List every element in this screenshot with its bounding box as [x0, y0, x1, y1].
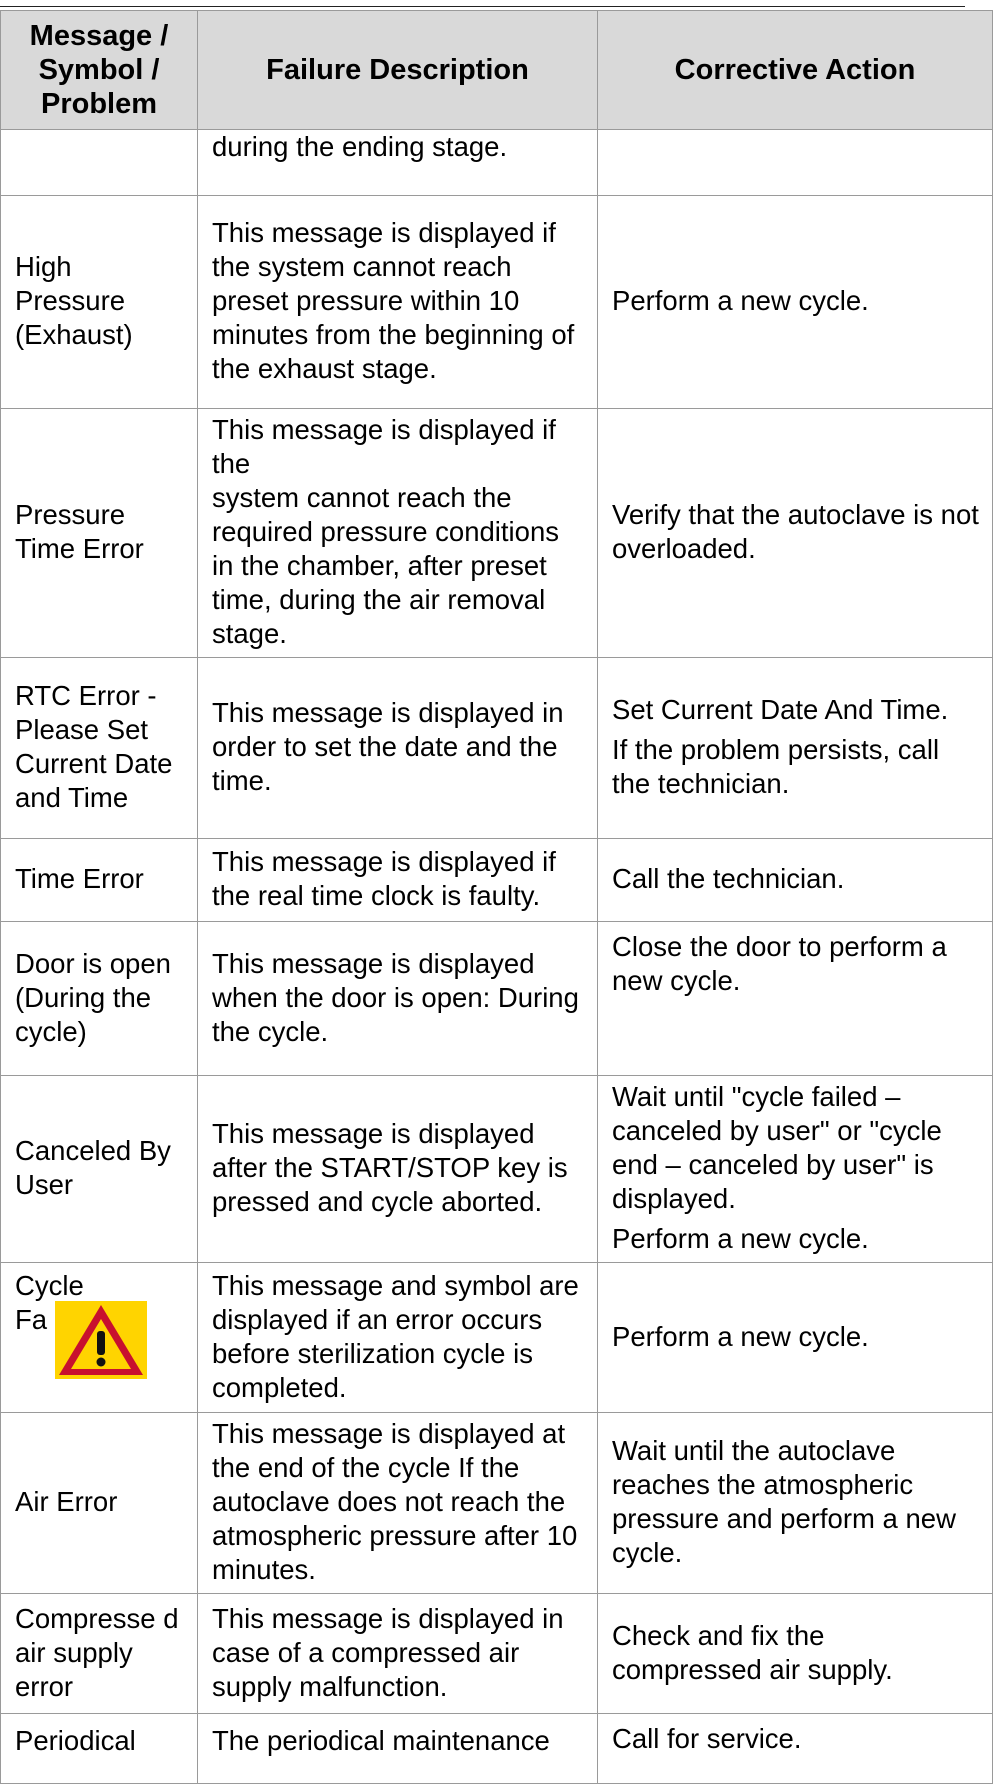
action-text: If the problem persists, call the techni…	[612, 734, 940, 799]
page-top-rule	[0, 6, 965, 7]
table-row: High Pressure (Exhaust) This message is …	[0, 195, 993, 409]
action-text: Wait until "cycle failed – canceled by u…	[612, 1081, 942, 1214]
action-cell	[597, 129, 993, 196]
failure-cell: This message is displayed if the real ti…	[197, 838, 598, 922]
action-text: Perform a new cycle.	[612, 1320, 869, 1352]
header-message: Message / Symbol / Problem	[0, 10, 198, 130]
message-cell: Air Error	[0, 1412, 198, 1594]
failure-cell: This message and symbol are displayed if…	[197, 1262, 598, 1413]
failure-cell: This message is displayed if the system …	[197, 408, 598, 658]
error-messages-table: Message / Symbol / Problem Failure Descr…	[0, 10, 993, 1784]
message-cell	[0, 129, 198, 196]
action-cell: Perform a new cycle.	[597, 195, 993, 409]
message-cell: High Pressure (Exhaust)	[0, 195, 198, 409]
warning-wrap: Cycle Fa	[15, 1269, 185, 1379]
table-row: Periodical The periodical maintenance Ca…	[0, 1713, 993, 1784]
failure-cell: This message is displayed in order to se…	[197, 657, 598, 839]
message-cell: RTC Error - Please Set Current Date and …	[0, 657, 198, 839]
table-row: during the ending stage.	[0, 129, 993, 196]
action-text: Close the door to perform a new cycle.	[612, 931, 947, 996]
action-text: Call the technician.	[612, 863, 845, 894]
table-row: Air Error This message is displayed at t…	[0, 1412, 993, 1594]
message-cell: Pressure Time Error	[0, 408, 198, 658]
table-row: Time Error This message is displayed if …	[0, 838, 993, 922]
action-cell: Perform a new cycle.	[597, 1262, 993, 1413]
action-text: Perform a new cycle.	[612, 1223, 869, 1254]
action-cell: Set Current Date And Time. If the proble…	[597, 657, 993, 839]
action-cell: Call the technician.	[597, 838, 993, 922]
failure-cell: This message is displayed if the system …	[197, 195, 598, 409]
table-header-row: Message / Symbol / Problem Failure Descr…	[0, 10, 993, 130]
message-cell: Canceled By User	[0, 1075, 198, 1263]
action-cell: Call for service.	[597, 1713, 993, 1784]
action-cell: Close the door to perform a new cycle.	[597, 921, 993, 1076]
action-cell: Wait until "cycle failed – canceled by u…	[597, 1075, 993, 1263]
action-cell: Check and fix the compressed air supply.	[597, 1593, 993, 1714]
action-text: Wait until the autoclave reaches the atm…	[612, 1435, 956, 1568]
failure-cell: This message is displayed at the end of …	[197, 1412, 598, 1594]
action-text: Verify that the autoclave is not overloa…	[612, 499, 979, 564]
table-row: Door is open (During the cycle) This mes…	[0, 921, 993, 1076]
action-text: Call for service.	[612, 1723, 802, 1754]
failure-cell: The periodical maintenance	[197, 1713, 598, 1784]
message-cell: Periodical	[0, 1713, 198, 1784]
action-cell: Verify that the autoclave is not overloa…	[597, 408, 993, 658]
table-row: Canceled By User This message is display…	[0, 1075, 993, 1263]
table-row: Cycle Fa This message and symbol are dis…	[0, 1262, 993, 1413]
action-text: Check and fix the compressed air supply.	[612, 1619, 893, 1685]
action-cell: Wait until the autoclave reaches the atm…	[597, 1412, 993, 1594]
table-row: RTC Error - Please Set Current Date and …	[0, 657, 993, 839]
action-text: Set Current Date And Time.	[612, 694, 949, 725]
table-row: Compresse d air supply error This messag…	[0, 1593, 993, 1714]
message-cell: Compresse d air supply error	[0, 1593, 198, 1714]
message-cell: Time Error	[0, 838, 198, 922]
warning-triangle-icon	[55, 1301, 163, 1393]
table-row: Pressure Time Error This message is disp…	[0, 408, 993, 658]
action-text: Perform a new cycle.	[612, 285, 869, 316]
failure-cell: during the ending stage.	[197, 129, 598, 196]
failure-cell: This message is displayed when the door …	[197, 921, 598, 1076]
failure-cell: This message is displayed in case of a c…	[197, 1593, 598, 1714]
message-cell: Cycle Fa	[0, 1262, 198, 1413]
failure-cell: This message is displayed after the STAR…	[197, 1075, 598, 1263]
header-failure-description: Failure Description	[197, 10, 598, 130]
header-corrective-action: Corrective Action	[597, 10, 993, 130]
message-cell: Door is open (During the cycle)	[0, 921, 198, 1076]
